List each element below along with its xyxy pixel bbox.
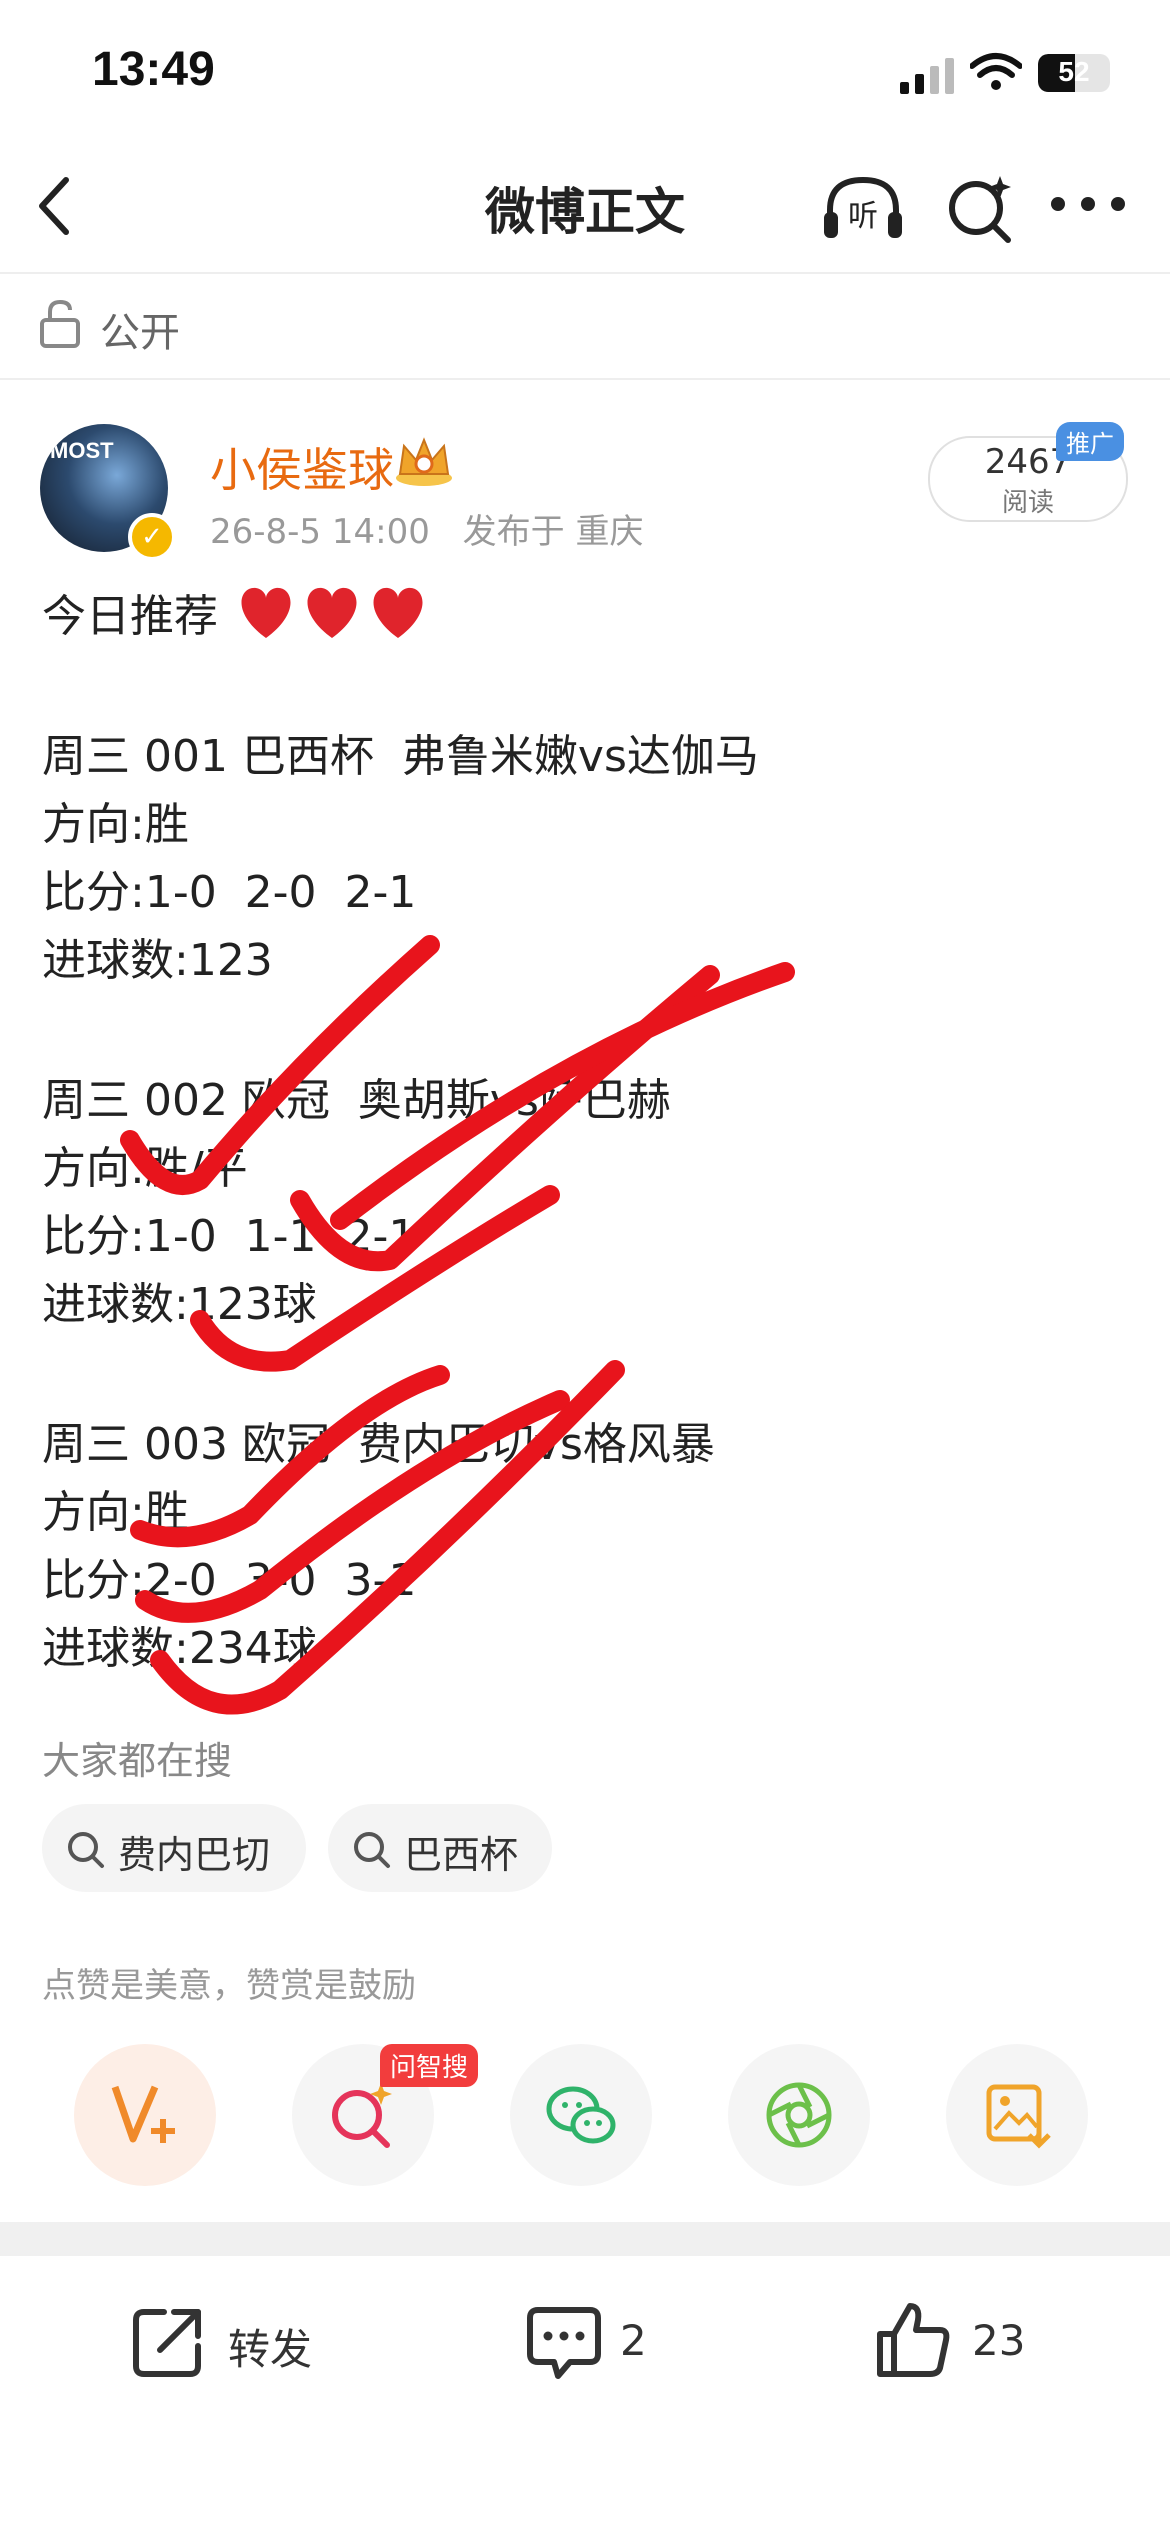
- save-image-icon: [986, 2084, 1051, 2149]
- vplus-button[interactable]: [74, 2044, 216, 2186]
- battery-level: 52: [1058, 56, 1090, 87]
- checkmark-stroke: [150, 1360, 625, 1715]
- red-checkmarks-overlay: [120, 935, 795, 1715]
- checkmark-stroke: [190, 1185, 560, 1372]
- battery-indicator: 52: [1038, 54, 1110, 92]
- svg-text:听: 听: [848, 199, 878, 234]
- cellular-signal-icon: [900, 58, 954, 94]
- search-icon: [68, 1832, 104, 1868]
- repost-icon[interactable]: [130, 2304, 206, 2380]
- checkmark-stroke: [120, 935, 440, 1195]
- ai-search-icon: [332, 2083, 392, 2148]
- read-label: 阅读: [1001, 488, 1054, 518]
- moments-icon: [766, 2082, 832, 2148]
- search-icon: [354, 1832, 390, 1868]
- post-meta: 26-8-5 14:00 发布于 重庆: [210, 504, 643, 553]
- crown-icon: [396, 437, 452, 486]
- save-image-button[interactable]: [946, 2044, 1088, 2186]
- match-line: 周三 001 巴西杯 弗鲁米嫩vs达伽马: [42, 731, 759, 782]
- moments-share-button[interactable]: [728, 2044, 870, 2186]
- smart-search-icon[interactable]: [944, 172, 1016, 244]
- comment-icon[interactable]: [524, 2304, 604, 2384]
- verified-badge-icon: ✓: [128, 513, 176, 561]
- search-chip-label: 巴西杯: [404, 1833, 519, 1877]
- author-name[interactable]: 小侯鉴球: [210, 434, 394, 500]
- promo-tag: 推广: [1056, 422, 1124, 461]
- search-chip[interactable]: 费内巴切: [42, 1804, 306, 1892]
- post-time: 26-8-5 14:00: [210, 512, 430, 552]
- direction-line: 方向:胜: [42, 799, 189, 850]
- search-chip-label: 费内巴切: [118, 1833, 271, 1877]
- search-chip[interactable]: 巴西杯: [328, 1804, 552, 1892]
- comment-count[interactable]: 2: [620, 2316, 647, 2365]
- header-divider: [0, 272, 1170, 274]
- avatar-brand-text: MOST: [50, 438, 114, 463]
- vplus-icon: [111, 2085, 175, 2143]
- encourage-text: 点赞是美意，赞赏是鼓励: [42, 1966, 416, 2006]
- more-options-icon[interactable]: [1050, 196, 1126, 212]
- wechat-share-button[interactable]: [510, 2044, 652, 2186]
- wechat-icon: [546, 2086, 616, 2144]
- like-icon[interactable]: [874, 2300, 954, 2380]
- ask-badge: 问智搜: [380, 2044, 479, 2087]
- heart-icon: [373, 587, 423, 638]
- visibility-divider: [0, 378, 1170, 380]
- section-separator: [0, 2222, 1170, 2256]
- unlock-icon: [40, 300, 80, 348]
- post-location: 发布于 重庆: [462, 512, 644, 552]
- heart-icon: [307, 587, 357, 638]
- wifi-icon: [970, 53, 1022, 90]
- heart-icon: [241, 587, 291, 638]
- repost-label[interactable]: 转发: [228, 2316, 312, 2377]
- listen-icon[interactable]: 听: [820, 172, 906, 246]
- hearts-emoji: [241, 587, 423, 638]
- checkmark-stroke: [130, 1365, 450, 1548]
- visibility-label: 公开: [100, 310, 180, 356]
- status-time: 13:49: [92, 43, 215, 96]
- search-heading: 大家都在搜: [42, 1739, 233, 1783]
- content-line: 今日推荐: [42, 591, 218, 642]
- like-count[interactable]: 23: [972, 2316, 1025, 2365]
